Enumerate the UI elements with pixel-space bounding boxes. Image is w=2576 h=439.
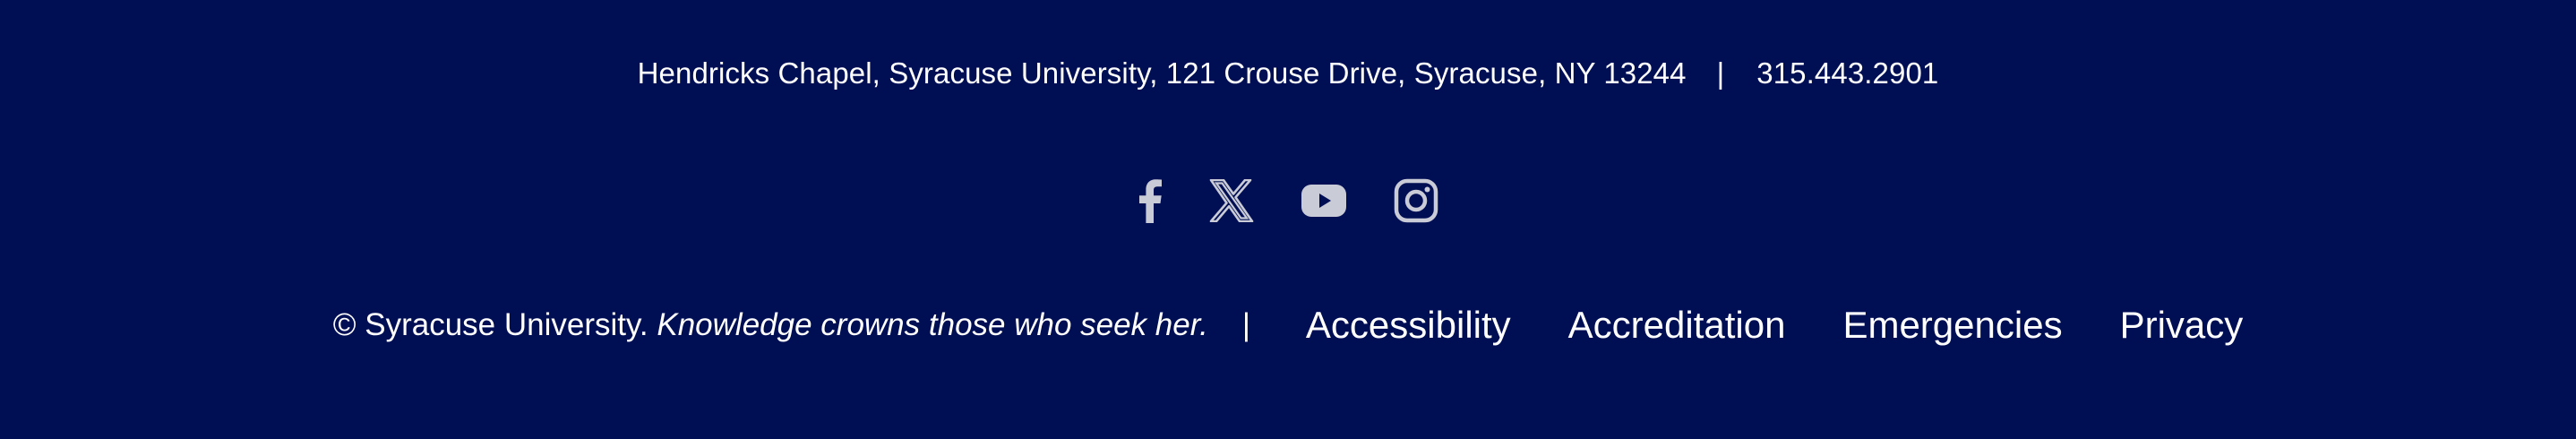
privacy-link[interactable]: Privacy (2120, 300, 2244, 350)
x-twitter-link[interactable] (1209, 172, 1254, 229)
legal-links: Accessibility Accreditation Emergencies … (1306, 300, 2243, 350)
university-motto: Knowledge crowns those who seek her. (657, 307, 1208, 342)
youtube-link[interactable] (1301, 172, 1347, 229)
instagram-icon (1394, 178, 1438, 223)
site-footer: Hendricks Chapel, Syracuse University, 1… (0, 0, 2576, 439)
accessibility-link[interactable]: Accessibility (1306, 300, 1511, 350)
copyright: © Syracuse University. Knowledge crowns … (333, 302, 1208, 349)
facebook-link[interactable] (1138, 172, 1163, 229)
copyright-text: © Syracuse University. (332, 307, 648, 342)
legal-separator: | (1241, 307, 1250, 342)
instagram-link[interactable] (1394, 172, 1438, 229)
emergencies-link[interactable]: Emergencies (1842, 300, 2062, 350)
contact-row: Hendricks Chapel, Syracuse University, 1… (0, 52, 2576, 95)
address-text: Hendricks Chapel, Syracuse University, 1… (637, 56, 1687, 90)
social-links (0, 172, 2576, 229)
facebook-icon (1138, 178, 1163, 223)
phone-link[interactable]: 315.443.2901 (1756, 52, 1938, 95)
contact-separator: | (1716, 56, 1725, 90)
legal-row: © Syracuse University. Knowledge crowns … (0, 300, 2576, 350)
x-twitter-icon (1209, 179, 1254, 222)
accreditation-link[interactable]: Accreditation (1568, 300, 1786, 350)
youtube-icon (1301, 184, 1347, 218)
